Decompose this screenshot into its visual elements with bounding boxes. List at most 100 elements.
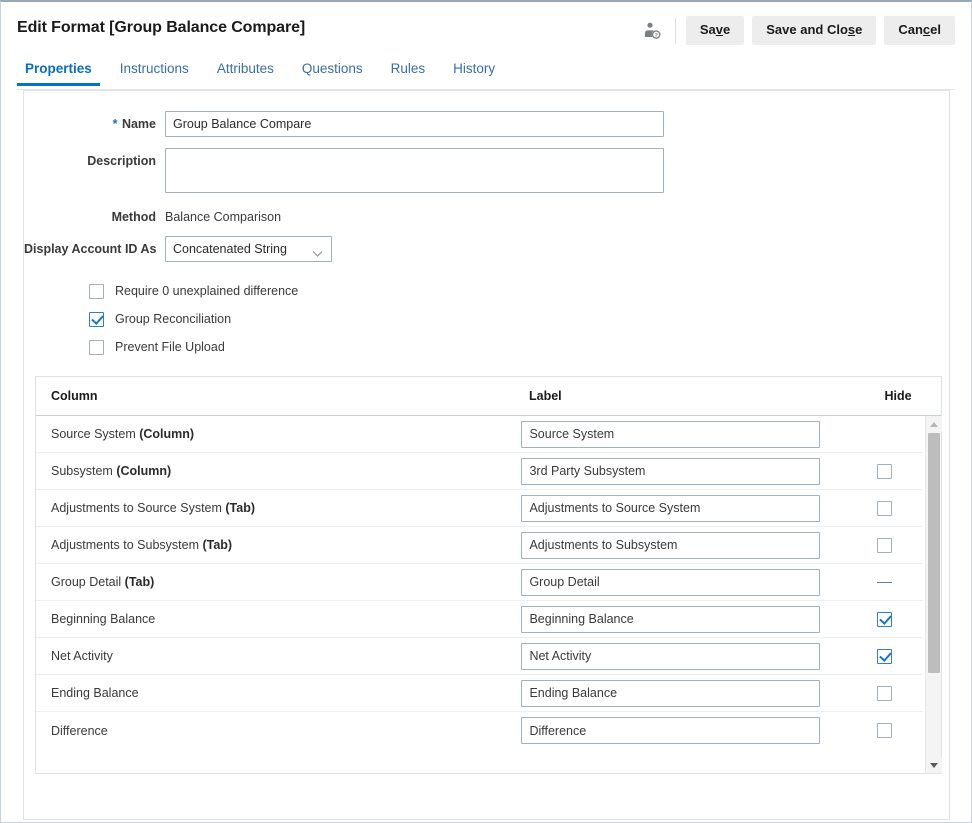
cancel-button[interactable]: Cancel (884, 16, 955, 45)
row-column-type: (Tab) (225, 501, 255, 515)
save-and-close-button[interactable]: Save and Close (752, 16, 876, 45)
row-label-cell (521, 680, 846, 707)
row-column-name-text: Beginning Balance (51, 612, 155, 626)
table-row: Adjustments to Subsystem (Tab) (36, 527, 923, 564)
row-column-type: (Tab) (202, 538, 232, 552)
row-column-type: (Column) (139, 427, 194, 441)
row-label-input[interactable] (521, 606, 820, 633)
table-row: Source System (Column) (36, 416, 923, 453)
row-column-name: Source System (Column) (51, 427, 521, 441)
method-value: Balance Comparison (165, 204, 281, 224)
row-hide-cell (846, 686, 923, 701)
row-label-cell (521, 495, 846, 522)
row-label-cell (521, 458, 846, 485)
table-row: Subsystem (Column) (36, 453, 923, 490)
table-vertical-scrollbar[interactable] (925, 416, 941, 773)
require-zero-unexplained-difference-label: Require 0 unexplained difference (115, 284, 298, 298)
balance-summary-table-panel: Column Label Hide Source System (Column)… (35, 376, 942, 774)
row-column-name-text: Net Activity (51, 649, 113, 663)
row-hide-checkbox[interactable] (877, 612, 892, 627)
row-label-input[interactable] (521, 680, 820, 707)
row-label-input[interactable] (521, 717, 820, 744)
save-button-key: v (716, 22, 723, 37)
row-column-name-text: Group Detail (51, 575, 125, 589)
properties-form: * Name Description Method Balance Compar… (24, 91, 949, 405)
row-hide-checkbox[interactable] (877, 723, 892, 738)
tab-history[interactable]: History (439, 59, 509, 85)
row-column-name-text: Adjustments to Source System (51, 501, 225, 515)
row-hide-checkbox[interactable] (877, 464, 892, 479)
save-button[interactable]: Save (686, 16, 744, 45)
table-body-viewport: Source System (Column) Subsystem (Column)… (36, 416, 941, 773)
description-label: Description (24, 148, 165, 168)
row-label-cell (521, 606, 846, 633)
scroll-down-arrow-icon[interactable] (926, 757, 942, 773)
user-unassigned-icon[interactable]: ? (639, 18, 665, 44)
row-label-input[interactable] (521, 421, 820, 448)
column-header-column: Column (51, 389, 529, 403)
tab-instructions[interactable]: Instructions (106, 59, 203, 85)
row-label-cell (521, 532, 846, 559)
display-account-id-select[interactable]: Concatenated String (165, 236, 332, 262)
option-row-prevent-file-upload: Prevent File Upload (89, 333, 949, 361)
row-column-name-text: Ending Balance (51, 686, 139, 700)
row-hide-checkbox[interactable] (877, 686, 892, 701)
table-row: Ending Balance (36, 675, 923, 712)
row-column-name: Difference (51, 724, 521, 738)
scroll-up-arrow-icon[interactable] (926, 416, 942, 432)
row-hide-cell (846, 582, 923, 583)
table-row: Net Activity (36, 638, 923, 675)
required-marker: * (113, 117, 118, 131)
row-label-input[interactable] (521, 458, 820, 485)
name-input[interactable] (165, 111, 664, 137)
group-reconciliation-checkbox[interactable] (89, 312, 104, 327)
row-label-cell (521, 643, 846, 670)
save-button-pre: Sa (700, 22, 716, 37)
description-textarea[interactable] (165, 148, 664, 193)
tab-rules[interactable]: Rules (377, 59, 440, 85)
row-column-name-text: Adjustments to Subsystem (51, 538, 202, 552)
row-hide-checkbox[interactable] (877, 649, 892, 664)
row-label-input[interactable] (521, 643, 820, 670)
row-hide-cell (846, 501, 923, 516)
tab-questions[interactable]: Questions (288, 59, 377, 85)
row-label-input[interactable] (521, 569, 820, 596)
display-account-id-select-wrap: Concatenated String (165, 236, 332, 262)
name-label: * Name (24, 111, 165, 131)
save-button-post: e (723, 22, 730, 37)
tab-properties[interactable]: Properties (17, 59, 106, 85)
row-hide-cell (846, 649, 923, 664)
main-tab-bar: Properties Instructions Attributes Quest… (17, 59, 955, 90)
row-hide-cell (846, 723, 923, 738)
field-row-description: Description (24, 148, 949, 193)
field-row-display-account-id: Display Account ID As Concatenated Strin… (24, 236, 949, 262)
edit-format-window: Edit Format [Group Balance Compare] ? Sa… (0, 0, 972, 823)
table-header-row: Column Label Hide (36, 377, 941, 416)
row-label-input[interactable] (521, 532, 820, 559)
svg-text:?: ? (654, 33, 657, 39)
row-column-type: (Column) (116, 464, 171, 478)
save-and-close-button-post: e (855, 22, 862, 37)
scrollbar-thumb[interactable] (928, 433, 940, 673)
column-header-label: Label (529, 389, 859, 403)
require-zero-unexplained-difference-checkbox[interactable] (89, 284, 104, 299)
row-hide-cell (846, 538, 923, 553)
tab-attributes[interactable]: Attributes (203, 59, 288, 85)
prevent-file-upload-checkbox[interactable] (89, 340, 104, 355)
table-row: Difference (36, 712, 923, 749)
row-hide-checkbox[interactable] (877, 538, 892, 553)
row-label-cell (521, 421, 846, 448)
display-account-id-label: Display Account ID As (24, 236, 165, 256)
row-hide-cell (846, 464, 923, 479)
row-column-name: Adjustments to Source System (Tab) (51, 501, 521, 515)
row-column-name-text: Subsystem (51, 464, 116, 478)
group-reconciliation-label: Group Reconciliation (115, 312, 231, 326)
row-label-input[interactable] (521, 495, 820, 522)
table-row: Beginning Balance (36, 601, 923, 638)
option-row-group-reconciliation: Group Reconciliation (89, 305, 949, 333)
row-hide-checkbox[interactable] (877, 501, 892, 516)
prevent-file-upload-label: Prevent File Upload (115, 340, 225, 354)
cancel-button-pre: Can (898, 22, 923, 37)
row-column-name-text: Difference (51, 724, 108, 738)
properties-panel: * Name Description Method Balance Compar… (23, 90, 950, 820)
